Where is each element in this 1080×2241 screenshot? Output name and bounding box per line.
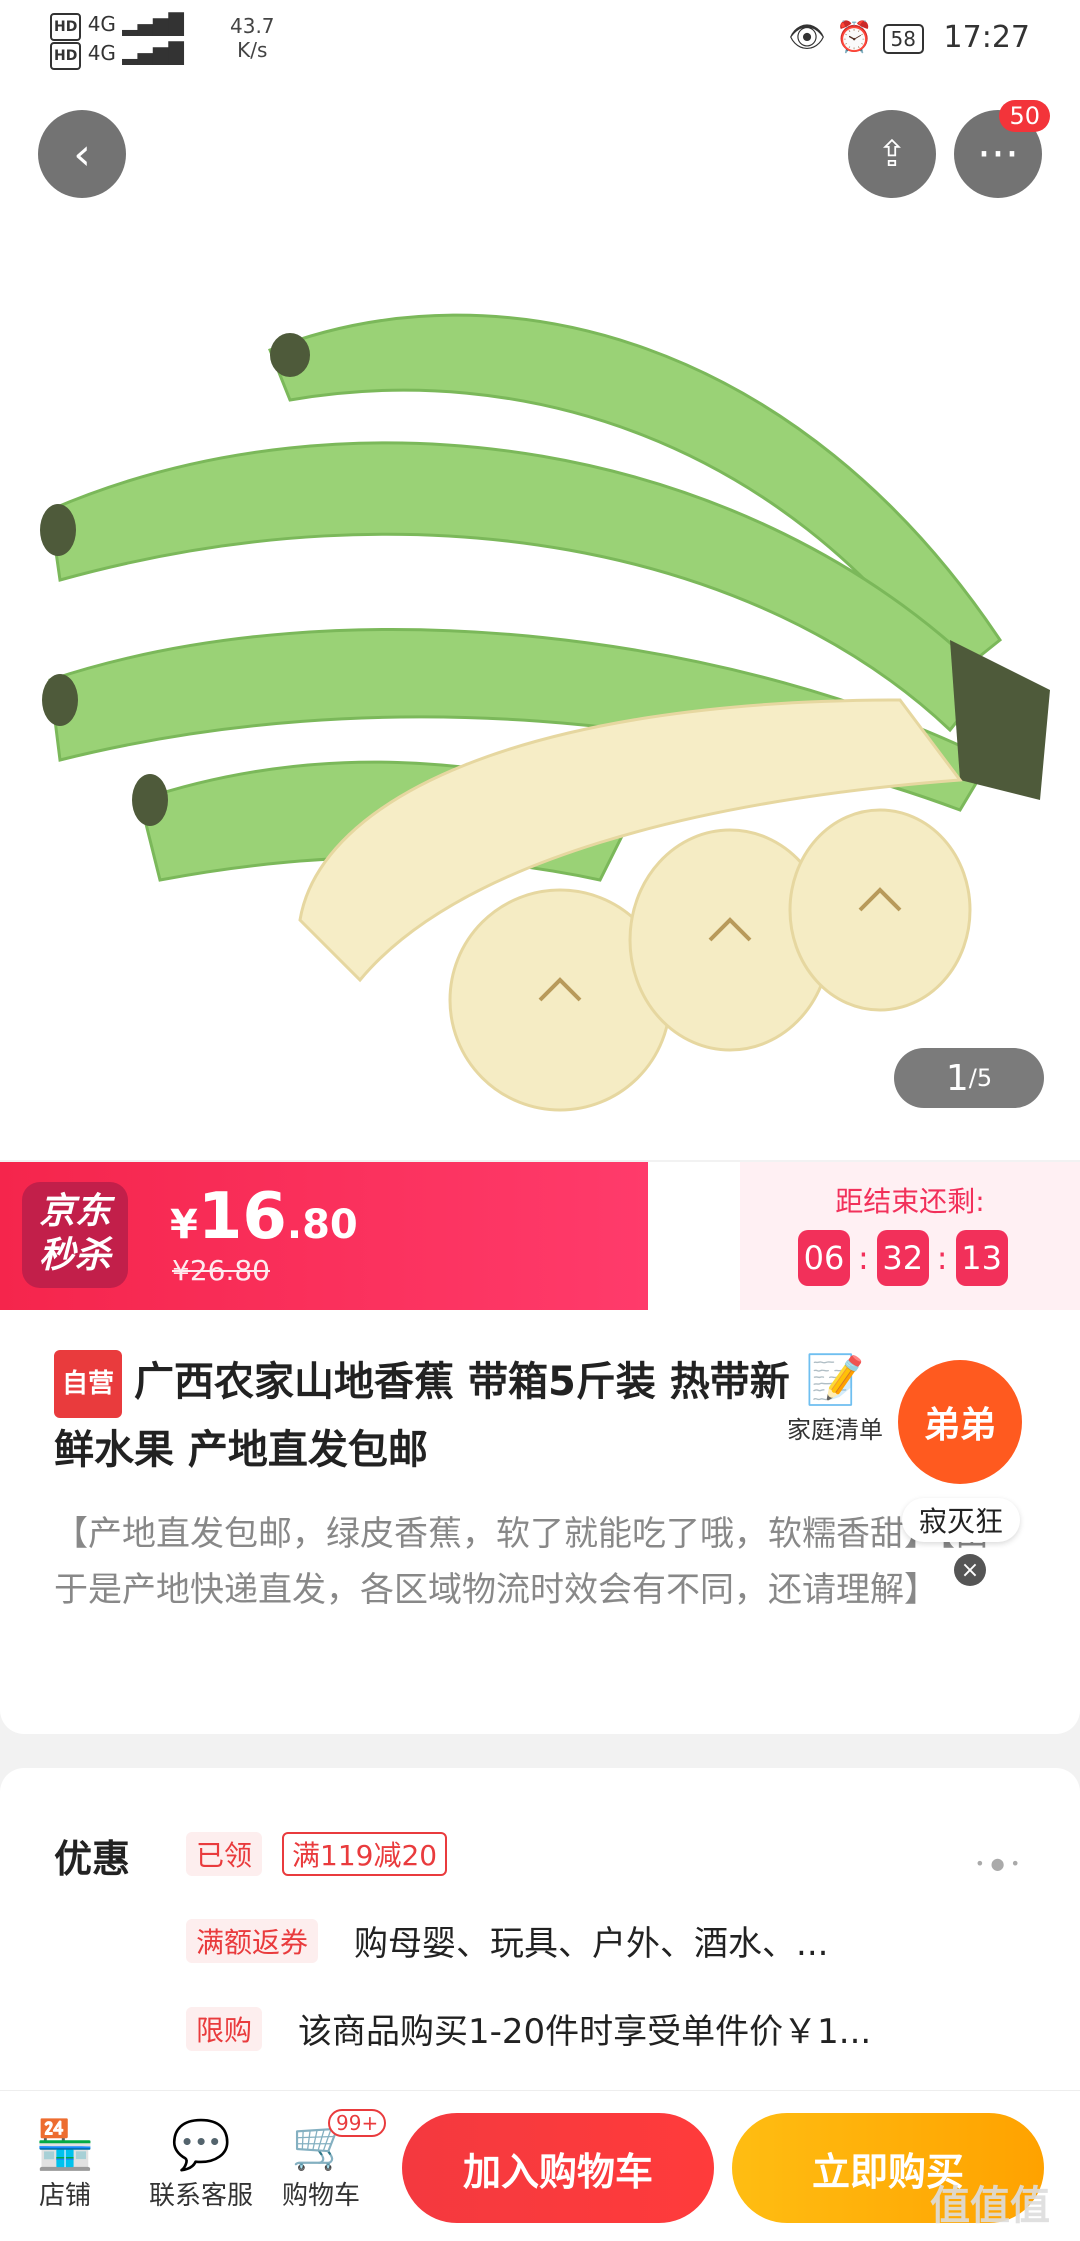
store-button[interactable]: 🏪 店铺	[10, 2115, 120, 2212]
seckill-banner: 京东 秒杀 ¥16.80 ¥26.80 距结束还剩: 06 : 32 : 13	[0, 1162, 1080, 1310]
coupon-row[interactable]: 已领 满119减20	[186, 1832, 448, 1876]
share-icon: ⇪	[876, 133, 908, 175]
more-button[interactable]: ··· 50	[954, 100, 1050, 198]
rebate-row[interactable]: 满额返券 购母婴、玩具、户外、酒水、...	[186, 1916, 828, 1965]
store-label: 店铺	[38, 2181, 91, 2211]
price-decimal: .80	[286, 1202, 358, 1248]
cart-count-badge: 99+	[328, 2109, 387, 2137]
family-list-button[interactable]: 📝 家庭清单	[780, 1350, 890, 1445]
speed-value: 43.7	[230, 14, 275, 38]
countdown-panel: 距结束还剩: 06 : 32 : 13	[740, 1162, 1080, 1310]
product-description: 【产地直发包邮，绿皮香蕉，软了就能吃了哦，软糯香甜】【由于是产地快递直发，各区域…	[54, 1514, 989, 1610]
countdown-separator: :	[858, 1239, 869, 1277]
product-title: 自营 广西农家山地香蕉 带箱5斤装 热带新鲜水果 产地直发包邮	[54, 1350, 794, 1482]
limit-tag: 限购	[186, 2006, 263, 2051]
list-add-icon: 📝	[805, 1352, 865, 1408]
speed-unit: K/s	[237, 38, 268, 62]
promotion-section[interactable]: 优惠 已领 满119减20 •●• 满额返券 购母婴、玩具、户外、酒水、... …	[0, 1768, 1080, 2098]
status-bar: HD 4G ▂▄▆█ HD 4G ▂▄▆█ 43.7 K/s 👁 ⏰ 58 17…	[0, 0, 1080, 80]
price-integer: 16	[197, 1180, 287, 1254]
rebate-text: 购母婴、玩具、户外、酒水、...	[354, 1924, 829, 1964]
store-icon: 🏪	[35, 2117, 95, 2173]
eye-icon: 👁	[787, 20, 827, 55]
message-count-badge: 50	[999, 100, 1050, 132]
floating-bubble[interactable]: 弟弟	[898, 1360, 1022, 1484]
product-image-carousel[interactable]: ‹ ⇪ ··· 50 1/5	[0, 80, 1080, 1160]
network-type-2: 4G	[87, 41, 116, 65]
self-operated-tag: 自营	[54, 1350, 123, 1418]
battery-level: 58	[882, 23, 924, 54]
hd-badge-1: HD	[50, 13, 82, 41]
jd-seckill-logo: 京东 秒杀	[22, 1182, 128, 1288]
image-pager: 1/5	[894, 1048, 1044, 1108]
limit-text: 该商品购买1-20件时享受单件价￥1...	[298, 2012, 872, 2052]
pagination-dots: •●•	[975, 1854, 1026, 1873]
countdown-seconds: 13	[955, 1230, 1008, 1286]
currency-symbol: ¥	[170, 1202, 198, 1248]
more-icon: ···	[977, 128, 1019, 180]
add-to-cart-button[interactable]: 加入购物车	[402, 2113, 714, 2223]
hd-badge-2: HD	[50, 42, 82, 70]
clock: 17:27	[943, 20, 1030, 55]
countdown-separator: :	[936, 1239, 948, 1277]
original-price: ¥26.80	[172, 1254, 270, 1287]
promotion-label: 优惠	[54, 1837, 131, 1881]
banana-image	[40, 313, 1050, 1112]
logo-line2: 秒杀	[38, 1235, 111, 1276]
seckill-price: ¥16.80	[170, 1180, 358, 1254]
pager-total: /5	[968, 1064, 993, 1092]
network-speed: 43.7 K/s	[230, 14, 275, 62]
countdown-minutes: 32	[876, 1230, 929, 1286]
watermark-logo: 值值值	[930, 2183, 1050, 2229]
rebate-tag: 满额返券	[186, 1918, 319, 1963]
network-type-1: 4G	[87, 12, 116, 36]
chevron-left-icon: ‹	[73, 128, 91, 180]
service-label: 联系客服	[148, 2181, 253, 2211]
cart-label: 购物车	[281, 2181, 360, 2211]
pager-current: 1	[945, 1057, 969, 1099]
chat-icon: 💬	[171, 2117, 231, 2173]
share-button[interactable]: ⇪	[848, 110, 936, 198]
family-list-label: 家庭清单	[787, 1416, 883, 1444]
signal-icon: ▂▄▆█	[122, 41, 184, 65]
logo-line1: 京东	[38, 1191, 111, 1232]
bottom-action-bar: 🏪 店铺 💬 联系客服 🛒 99+ 购物车 加入购物车 立即购买 值值值	[0, 2090, 1080, 2241]
product-title-text: 广西农家山地香蕉 带箱5斤装 热带新鲜水果 产地直发包邮	[54, 1359, 790, 1473]
back-button[interactable]: ‹	[38, 110, 126, 198]
signal-indicators: HD 4G ▂▄▆█ HD 4G ▂▄▆█	[50, 12, 184, 70]
close-icon[interactable]: ×	[954, 1554, 986, 1586]
coupon-badge[interactable]: 满119减20	[282, 1832, 448, 1876]
claimed-tag: 已领	[186, 1832, 263, 1876]
limit-row[interactable]: 限购 该商品购买1-20件时享受单件价￥1...	[186, 2004, 871, 2053]
floating-bubble-name[interactable]: 寂灭狂	[902, 1498, 1020, 1542]
countdown-label: 距结束还剩:	[835, 1185, 985, 1218]
countdown-hours: 06	[798, 1230, 850, 1286]
countdown-timer: 06 : 32 : 13	[798, 1230, 1008, 1286]
signal-icon: ▂▄▆█	[122, 12, 184, 36]
alarm-icon: ⏰	[835, 20, 873, 55]
customer-service-button[interactable]: 💬 联系客服	[136, 2115, 266, 2212]
status-right: 👁 ⏰ 58 17:27	[788, 20, 1030, 55]
cart-button[interactable]: 🛒 99+ 购物车	[266, 2109, 387, 2212]
